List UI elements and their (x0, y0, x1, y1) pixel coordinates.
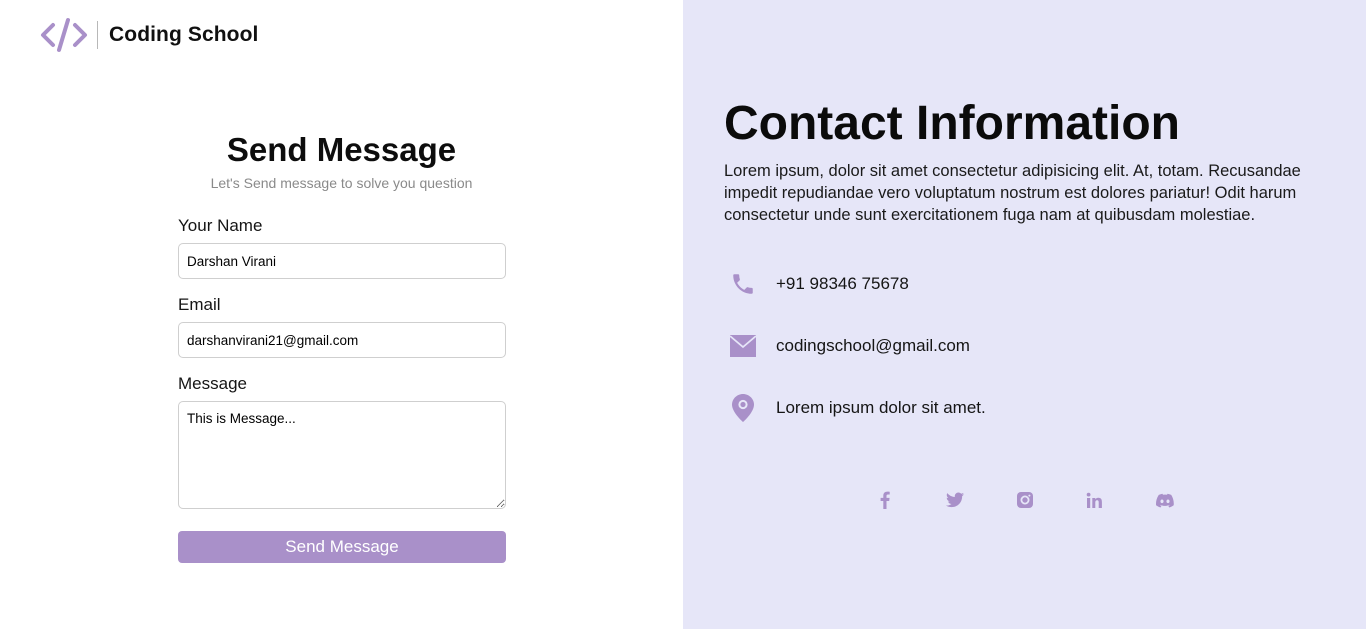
contact-title: Contact Information (724, 97, 1180, 150)
email-input[interactable] (178, 322, 506, 358)
logo-divider (97, 21, 98, 49)
form-subtitle: Let's Send message to solve you question (210, 175, 473, 191)
email-text: codingschool@gmail.com (776, 336, 970, 355)
facebook-icon[interactable] (876, 490, 894, 510)
form-title: Send Message (226, 131, 457, 168)
contact-panel: Contact Information Lorem ipsum, dolor s… (683, 0, 1366, 629)
name-input[interactable] (178, 243, 506, 279)
phone-text: +91 98346 75678 (776, 274, 909, 293)
name-label: Your Name (178, 216, 263, 235)
email-row: codingschool@gmail.com (728, 328, 970, 364)
address-row: Lorem ipsum dolor sit amet. (728, 390, 986, 426)
logo[interactable]: Coding School (40, 16, 258, 54)
message-textarea[interactable]: This is Message... (178, 401, 506, 509)
contact-description: Lorem ipsum, dolor sit amet consectetur … (724, 162, 1301, 224)
send-message-button[interactable]: Send Message (178, 531, 506, 563)
twitter-icon[interactable] (945, 490, 964, 510)
phone-icon (728, 269, 758, 299)
linkedin-icon[interactable] (1086, 490, 1104, 510)
mail-icon (728, 331, 758, 361)
social-links (683, 490, 1366, 510)
email-label: Email (178, 295, 221, 314)
phone-row: +91 98346 75678 (728, 266, 909, 302)
form-panel: Coding School Send Message Let's Send me… (0, 0, 683, 629)
code-icon (40, 16, 88, 54)
address-text: Lorem ipsum dolor sit amet. (776, 398, 986, 417)
brand-name: Coding School (109, 23, 259, 46)
instagram-icon[interactable] (1016, 490, 1034, 510)
message-label: Message (178, 374, 247, 393)
discord-icon[interactable] (1155, 490, 1174, 510)
location-pin-icon (728, 393, 758, 423)
